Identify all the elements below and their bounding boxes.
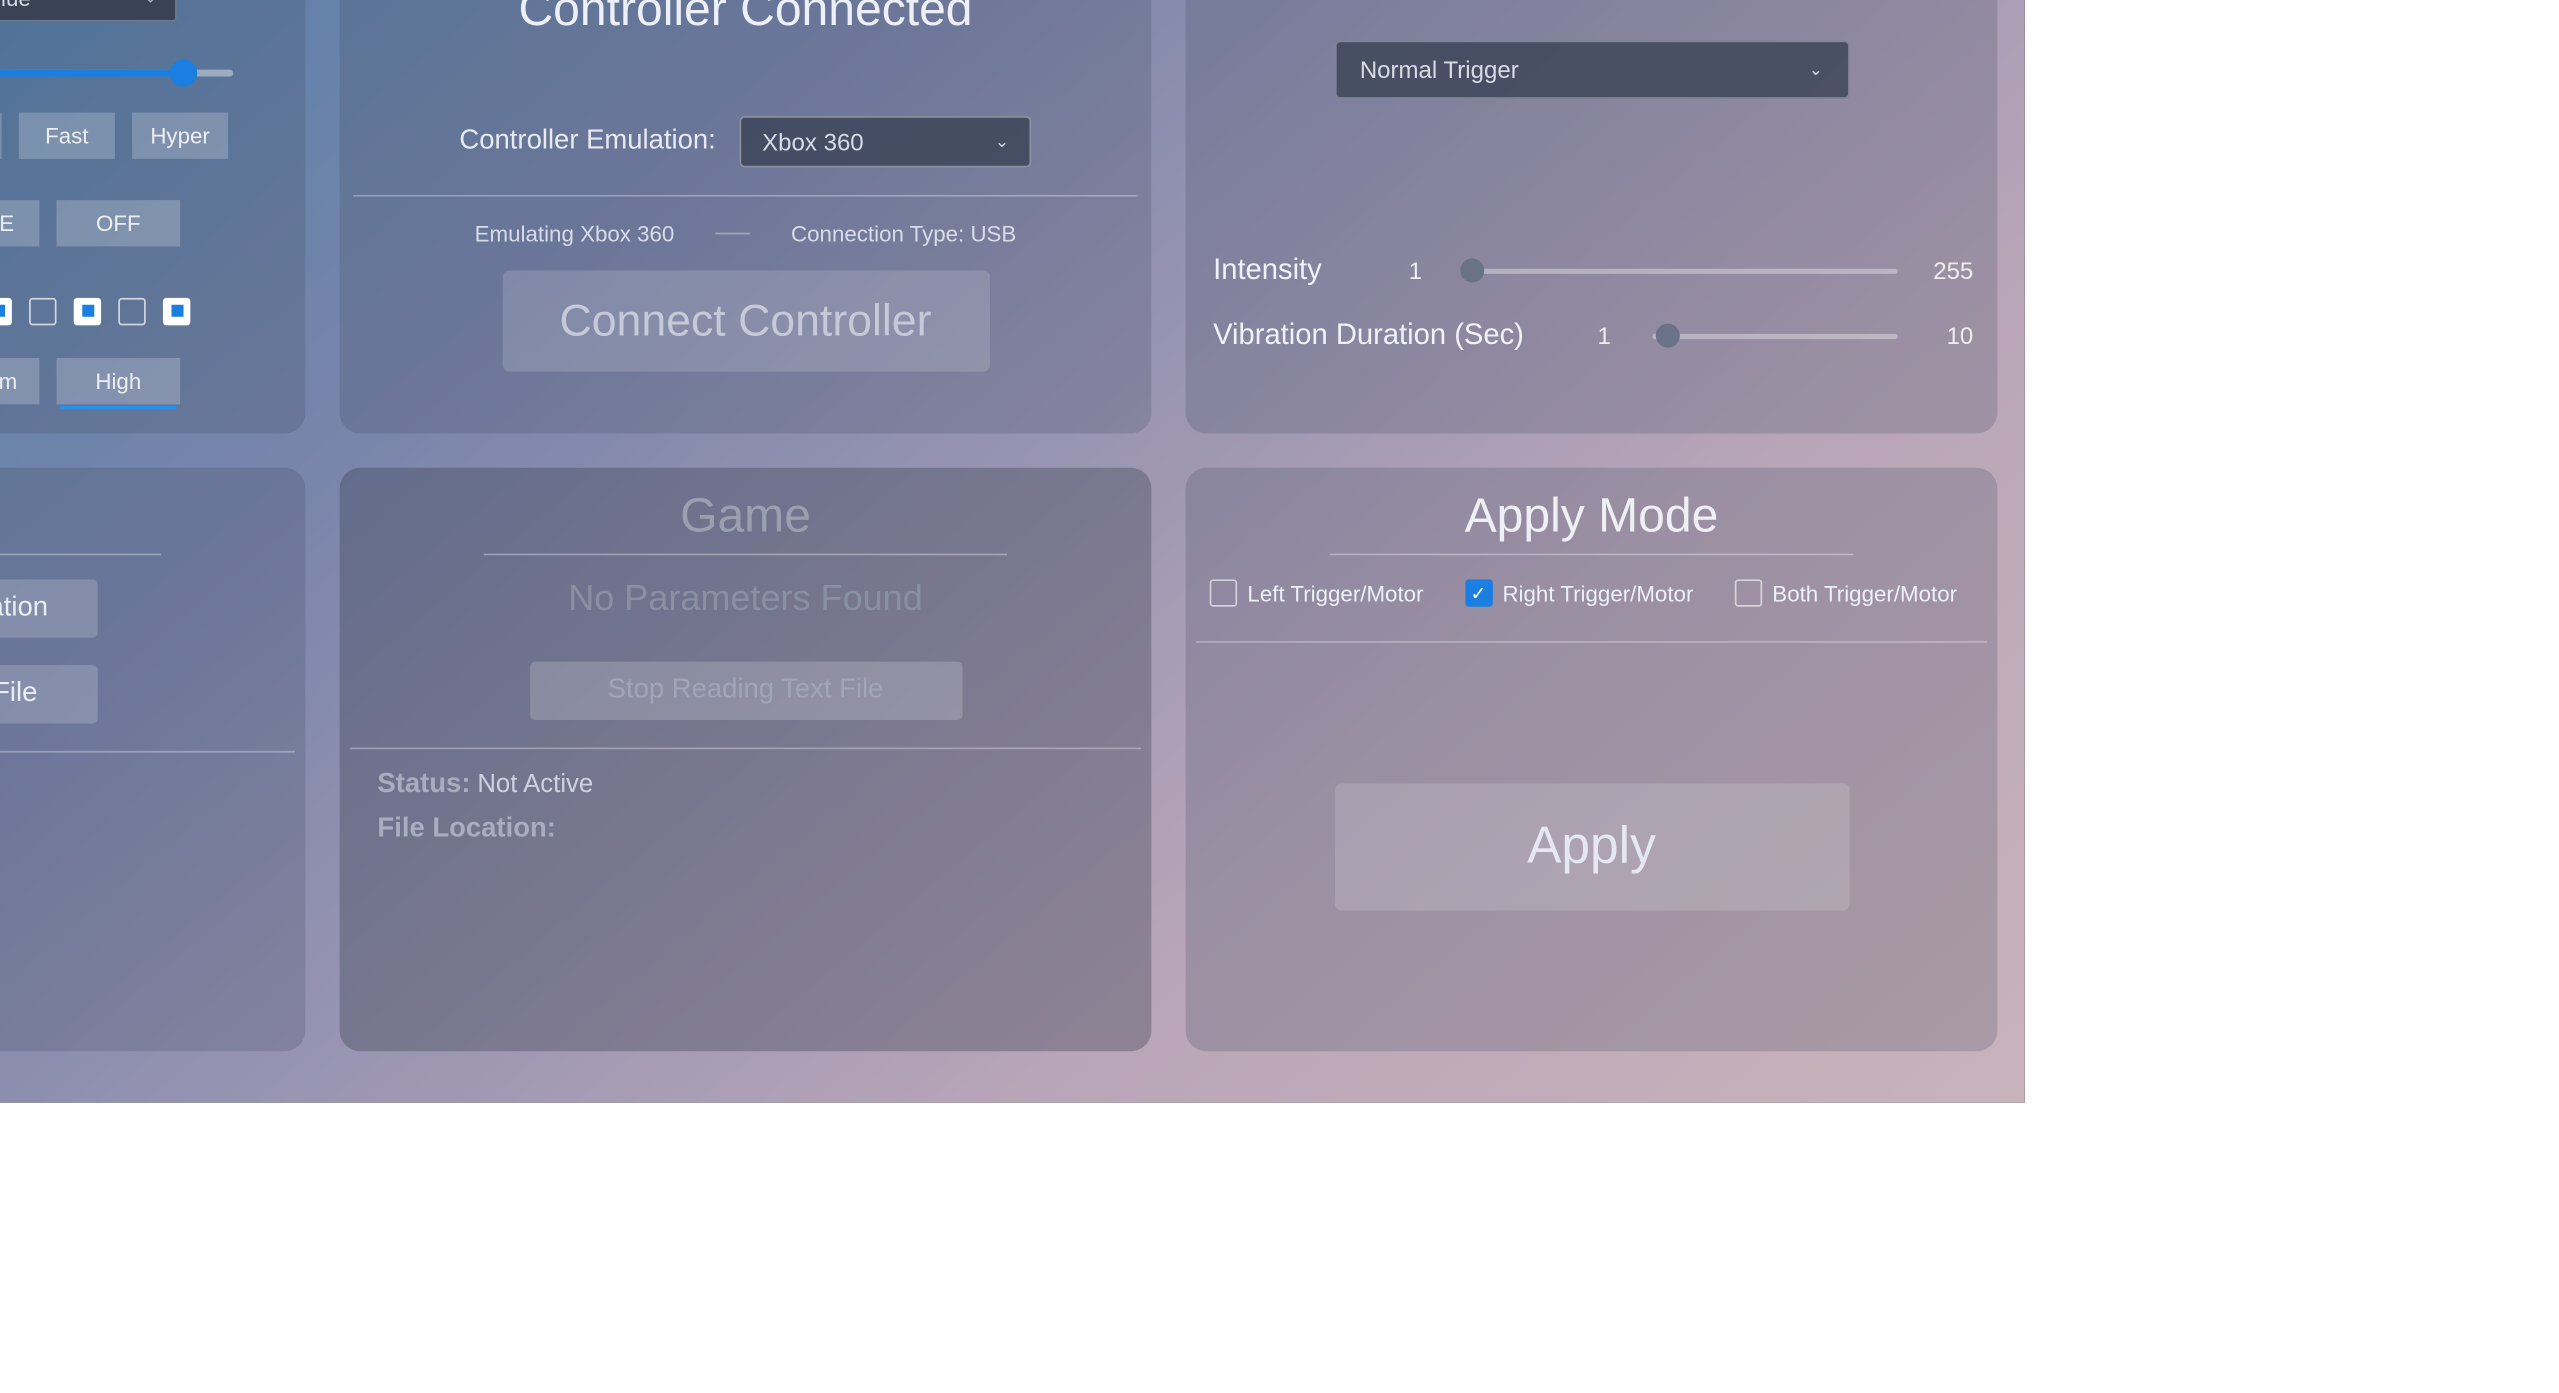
panel-title: Text File (0, 488, 161, 555)
panel-title: Game (484, 488, 1007, 555)
connect-controller-button[interactable]: Connect Controller (502, 270, 989, 371)
duration-slider[interactable] (1652, 333, 1897, 338)
rainbow-hyper[interactable]: Hyper (132, 113, 228, 159)
player-led-check-2[interactable] (29, 297, 56, 324)
panel-text-file: Text File Select Text File Location Stop… (0, 468, 305, 1051)
select-text-file-button[interactable]: Select Text File Location (0, 579, 97, 637)
game-status: Status:Not Active (377, 770, 1127, 801)
rainbow-medium[interactable]: Medium (0, 113, 2, 159)
panel-game: Game No Parameters Found Stop Reading Te… (340, 468, 1152, 1051)
left-trigger-check[interactable]: Left Trigger/Motor (1210, 579, 1424, 606)
panel-controller-mode: Controller Mode Normal Trigger⌄ Intensit… (1186, 0, 1998, 433)
mic-pulse[interactable]: PULSE (0, 200, 39, 246)
duration-max: 10 (1922, 322, 1973, 349)
textfile-location: File Location: (0, 818, 281, 849)
intensity-slider[interactable] (1464, 268, 1898, 273)
game-stop-reading-button[interactable]: Stop Reading Text File (529, 662, 961, 720)
intensity-max: 255 (1922, 257, 1973, 284)
game-message: No Parameters Found (364, 579, 1128, 620)
connection-status-text: Controller Connected (364, 0, 1128, 37)
mic-off[interactable]: OFF (57, 200, 181, 246)
emulation-dropdown[interactable]: Xbox 360⌄ (740, 116, 1032, 167)
player-led-check-3[interactable] (74, 297, 101, 324)
emulating-text: Emulating Xbox 360 (475, 221, 675, 247)
stop-reading-text-file-button[interactable]: Stop Reading Text File (0, 665, 97, 723)
connection-type-text: Connection Type: USB (791, 221, 1016, 247)
both-trigger-check[interactable]: Both Trigger/Motor (1735, 579, 1957, 606)
trigger-mode-dropdown[interactable]: Normal Trigger⌄ (1334, 40, 1849, 98)
panel-connection-status: Connection Status Controller Connected C… (340, 0, 1152, 433)
duration-label: Vibration Duration (Sec) (1213, 318, 1573, 352)
player-led-check-4[interactable] (118, 297, 145, 324)
brightness-slider[interactable] (0, 70, 233, 77)
panel-apply-mode: Apply Mode Left Trigger/Motor ✓Right Tri… (1186, 468, 1998, 1051)
player-led-check-1[interactable] (0, 297, 12, 324)
player-led-check-5[interactable] (163, 297, 190, 324)
apply-button[interactable]: Apply (1334, 784, 1849, 911)
intensity-label: Intensity (1213, 253, 1385, 287)
panel-controller-led: Controller LED Touchpad LED Static Color… (0, 0, 305, 433)
intensity-min: 1 (1409, 257, 1440, 284)
rainbow-fast[interactable]: Fast (19, 113, 115, 159)
panel-title: Apply Mode (1330, 488, 1853, 555)
emulation-label: Controller Emulation: (459, 126, 715, 157)
game-location: File Location: (377, 814, 1127, 845)
pbright-medium[interactable]: Medium (0, 358, 39, 404)
duration-min: 1 (1597, 322, 1628, 349)
pbright-high[interactable]: High (57, 358, 181, 404)
textfile-status: Status:Not Active (0, 773, 281, 804)
touchpad-color-dropdown[interactable]: Blue⌄ (0, 0, 177, 21)
right-trigger-check[interactable]: ✓Right Trigger/Motor (1465, 579, 1694, 606)
